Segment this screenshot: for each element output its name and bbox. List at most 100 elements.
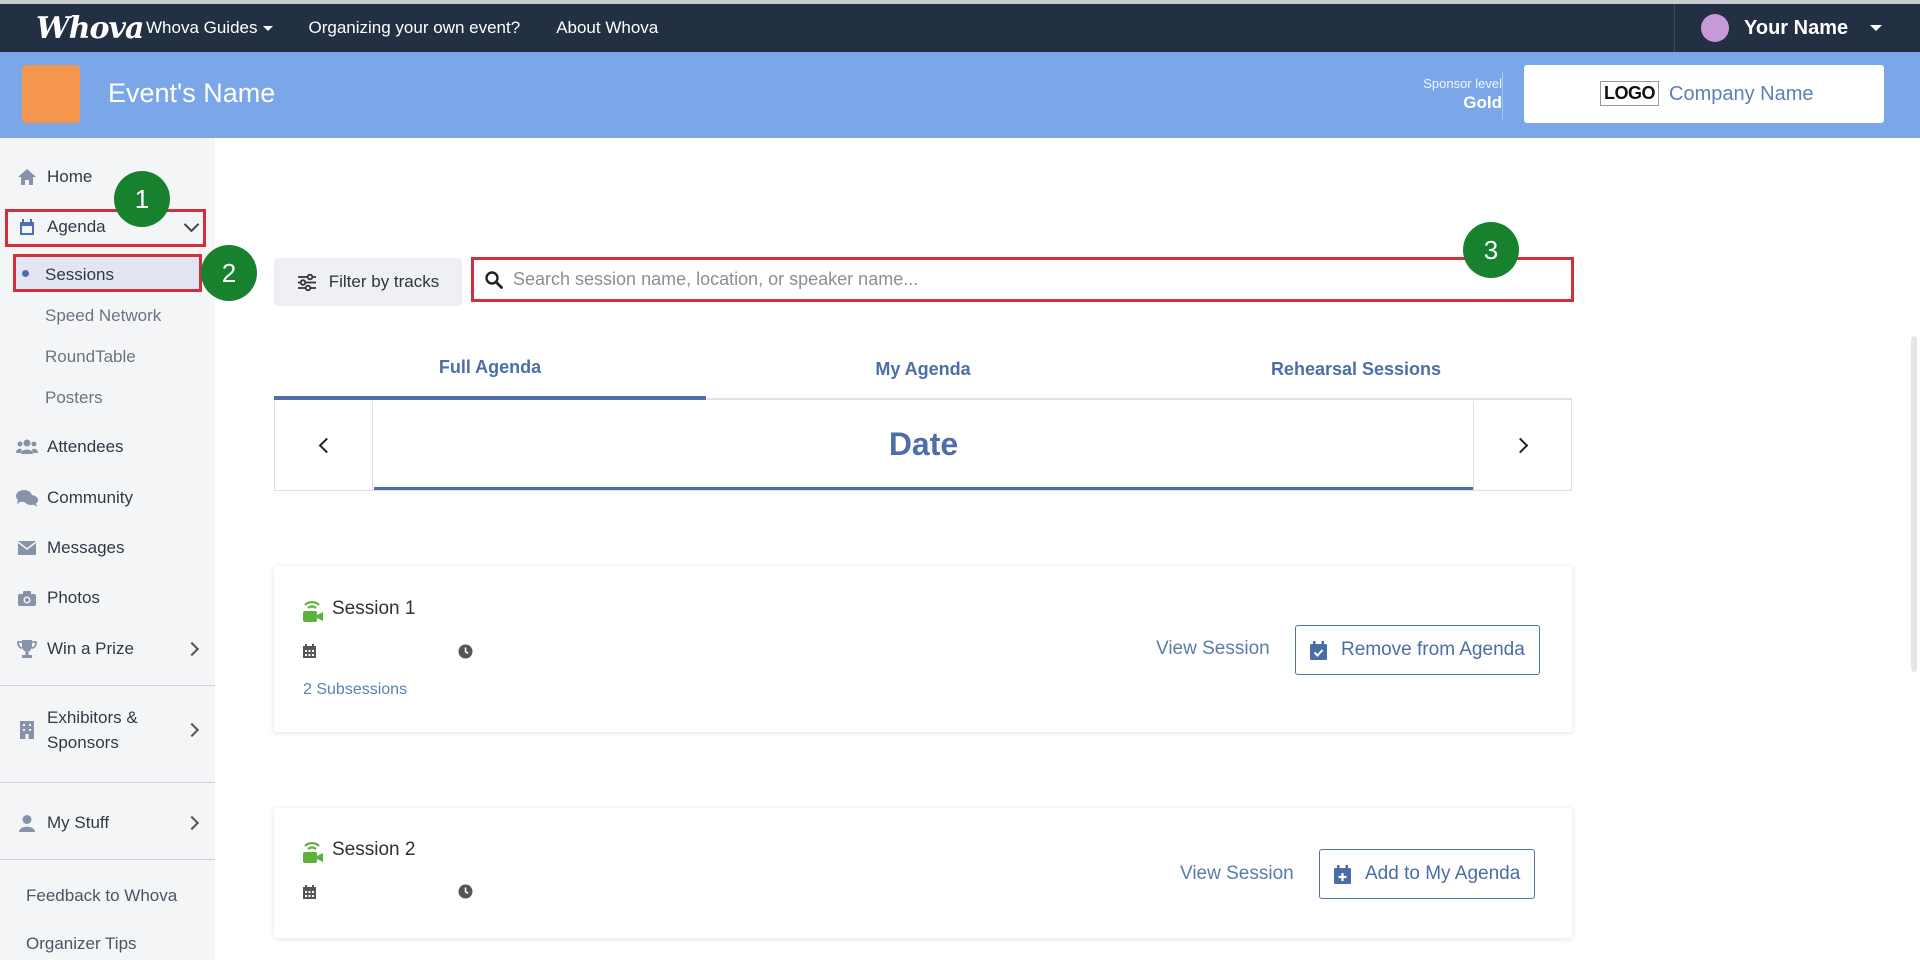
bullet-icon	[22, 270, 29, 277]
sidebar-item-home[interactable]: Home	[0, 167, 215, 187]
sidebar-item-exhibitors-sponsors[interactable]: Exhibitors & Sponsors	[0, 704, 215, 756]
nav-whova-guides-label: Whova Guides	[146, 18, 258, 37]
envelope-icon	[16, 541, 38, 555]
sidebar-item-my-stuff[interactable]: My Stuff	[0, 813, 215, 833]
calendar-check-icon	[1310, 640, 1327, 660]
event-name: Event's Name	[108, 78, 276, 108]
sidebar-divider	[0, 782, 215, 783]
event-banner: Event's Name Sponsor level Gold LOGO Com…	[0, 52, 1920, 138]
sidebar: Home Agenda Sessions Speed Network Round…	[0, 138, 215, 960]
divider	[1502, 72, 1503, 120]
clock-icon	[458, 644, 473, 659]
chevron-down-icon	[183, 216, 200, 233]
sidebar-item-agenda[interactable]: Agenda	[0, 216, 215, 237]
sidebar-item-label: Attendees	[47, 437, 124, 456]
nav-about-whova[interactable]: About Whova	[556, 18, 658, 38]
tab-full-agenda[interactable]: Full Agenda	[274, 340, 706, 400]
company-name: Company Name	[1669, 83, 1814, 105]
sidebar-item-label: Community	[47, 488, 133, 507]
session-card: Session 1 2 Subsessions View Session Rem…	[274, 566, 1572, 732]
sidebar-item-label: Messages	[47, 538, 125, 557]
live-video-icon	[303, 601, 323, 622]
tab-my-agenda[interactable]: My Agenda	[707, 340, 1139, 400]
sidebar-item-community[interactable]: Community	[0, 488, 215, 508]
user-icon	[16, 814, 38, 832]
camera-icon	[16, 590, 38, 606]
sponsor-level-value: Gold	[1463, 93, 1502, 112]
home-icon	[16, 168, 38, 186]
sidebar-item-messages[interactable]: Messages	[0, 538, 215, 558]
sidebar-divider	[0, 859, 215, 860]
company-logo: LOGO	[1600, 81, 1659, 106]
users-icon	[16, 439, 38, 455]
chevron-left-icon	[318, 437, 334, 454]
sponsor-level-label: Sponsor level	[1423, 76, 1502, 91]
search-icon	[485, 270, 503, 289]
comments-icon	[16, 489, 38, 507]
filter-by-tracks-button[interactable]: Filter by tracks	[274, 258, 462, 306]
sidebar-item-label: Exhibitors & Sponsors	[47, 705, 138, 755]
avatar	[1701, 14, 1729, 42]
feedback-link[interactable]: Feedback to Whova	[26, 886, 177, 906]
session-title[interactable]: Session 1	[332, 598, 415, 620]
view-session-link[interactable]: View Session	[1180, 863, 1294, 885]
sidebar-item-photos[interactable]: Photos	[0, 588, 215, 608]
subsessions-link[interactable]: 2 Subsessions	[303, 681, 407, 699]
sidebar-item-label: My Stuff	[47, 813, 110, 832]
next-date-button[interactable]	[1473, 401, 1571, 490]
annotation-badge-2: 2	[201, 245, 257, 301]
caret-down-icon	[262, 26, 273, 32]
session-card: Session 2 View Session Add to My Agenda	[274, 808, 1572, 938]
sidebar-subitem-sessions[interactable]: Sessions	[45, 265, 114, 285]
sidebar-item-attendees[interactable]: Attendees	[0, 437, 215, 457]
calendar-icon	[303, 644, 316, 658]
sidebar-divider	[0, 685, 215, 686]
sidebar-subitem-roundtable[interactable]: RoundTable	[45, 347, 136, 367]
whova-agenda-page: Whova Whova Guides Organizing your own e…	[0, 0, 1920, 960]
live-video-icon	[303, 842, 323, 863]
sidebar-item-label-line1: Exhibitors &	[47, 708, 138, 727]
sidebar-subitem-posters[interactable]: Posters	[45, 388, 103, 408]
chevron-right-icon	[1512, 437, 1528, 454]
calendar-icon	[16, 218, 38, 236]
sidebar-item-label-line2: Sponsors	[47, 733, 119, 752]
sidebar-item-win-a-prize[interactable]: Win a Prize	[0, 639, 215, 659]
date-selector: Date	[274, 401, 1572, 491]
user-menu[interactable]: Your Name	[1674, 4, 1920, 52]
date-label: Date	[374, 401, 1473, 490]
building-icon	[16, 721, 38, 739]
sponsor-level: Sponsor level Gold	[1423, 76, 1502, 113]
page-scrollbar[interactable]	[1911, 336, 1917, 672]
top-navbar: Whova Whova Guides Organizing your own e…	[0, 0, 1920, 52]
caret-down-icon	[1870, 25, 1883, 31]
whova-logo[interactable]: Whova	[36, 11, 146, 46]
nav-organizing-event[interactable]: Organizing your own event?	[309, 18, 521, 38]
calendar-plus-icon	[1334, 864, 1351, 884]
agenda-tabs: Full Agenda My Agenda Rehearsal Sessions	[274, 340, 1572, 400]
add-to-my-agenda-button[interactable]: Add to My Agenda	[1319, 849, 1536, 899]
sidebar-item-label: Agenda	[47, 217, 106, 236]
remove-from-agenda-label: Remove from Agenda	[1341, 639, 1525, 660]
nav-whova-guides[interactable]: Whova Guides	[146, 18, 273, 38]
previous-date-button[interactable]	[275, 401, 373, 490]
filter-label: Filter by tracks	[328, 272, 440, 291]
event-logo	[22, 65, 80, 123]
sidebar-item-label: Photos	[47, 588, 100, 607]
organizer-tips-link[interactable]: Organizer Tips	[26, 934, 137, 954]
sidebar-item-label: Home	[47, 167, 93, 186]
tab-rehearsal-sessions[interactable]: Rehearsal Sessions	[1140, 340, 1572, 400]
sidebar-item-label: Win a Prize	[47, 639, 134, 658]
trophy-icon	[16, 640, 38, 658]
search-bar	[475, 259, 1572, 300]
sidebar-subitem-speed-network[interactable]: Speed Network	[45, 306, 161, 326]
add-to-my-agenda-label: Add to My Agenda	[1365, 863, 1521, 884]
chevron-right-icon	[184, 815, 200, 831]
company-card[interactable]: LOGO Company Name	[1524, 65, 1884, 123]
view-session-link[interactable]: View Session	[1156, 638, 1270, 660]
annotation-badge-1: 1	[114, 171, 170, 227]
sliders-icon	[297, 273, 316, 291]
chevron-right-icon	[184, 641, 200, 657]
search-input[interactable]	[513, 269, 1513, 290]
remove-from-agenda-button[interactable]: Remove from Agenda	[1295, 625, 1540, 675]
session-title[interactable]: Session 2	[332, 839, 415, 861]
